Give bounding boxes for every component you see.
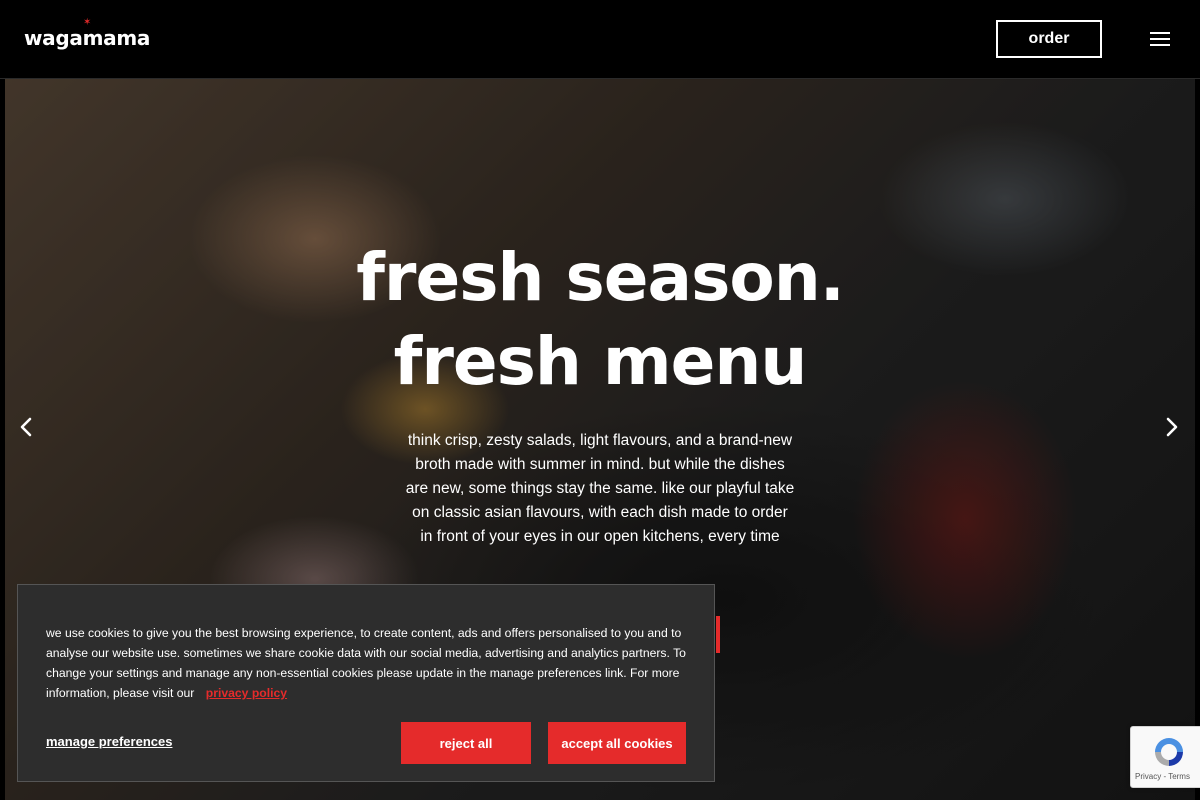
cookie-banner: we use cookies to give you the best brow… xyxy=(17,584,715,782)
reject-all-button[interactable]: reject all xyxy=(401,722,531,764)
cookie-message: we use cookies to give you the best brow… xyxy=(46,626,686,700)
recaptcha-badge[interactable]: Privacy - Terms xyxy=(1130,726,1200,788)
chevron-left-icon[interactable] xyxy=(15,415,39,439)
chevron-right-icon[interactable] xyxy=(1159,415,1183,439)
hero-description: think crisp, zesty salads, light flavour… xyxy=(405,432,795,545)
order-button[interactable]: order xyxy=(996,20,1102,58)
wagamama-logo[interactable]: ✶ wagamama xyxy=(24,18,151,51)
site-header: ✶ wagamama order xyxy=(0,0,1200,79)
logo-star-icon: ✶ xyxy=(83,17,92,28)
privacy-policy-link[interactable]: privacy policy xyxy=(206,686,287,700)
recaptcha-footer-text[interactable]: Privacy - Terms xyxy=(1135,772,1190,781)
hamburger-menu-icon[interactable] xyxy=(1150,32,1170,48)
cookie-text: we use cookies to give you the best brow… xyxy=(46,623,686,703)
manage-preferences-link[interactable]: manage preferences xyxy=(46,734,172,749)
headline-line-1: fresh season. xyxy=(356,239,845,316)
recaptcha-icon xyxy=(1152,735,1186,769)
hero-headline: fresh season. fresh menu xyxy=(5,236,1195,404)
headline-line-2: fresh menu xyxy=(393,323,808,400)
accept-all-cookies-button[interactable]: accept all cookies xyxy=(548,722,686,764)
hero-cta-button[interactable] xyxy=(716,616,720,653)
logo-text: wagamama xyxy=(24,26,151,50)
